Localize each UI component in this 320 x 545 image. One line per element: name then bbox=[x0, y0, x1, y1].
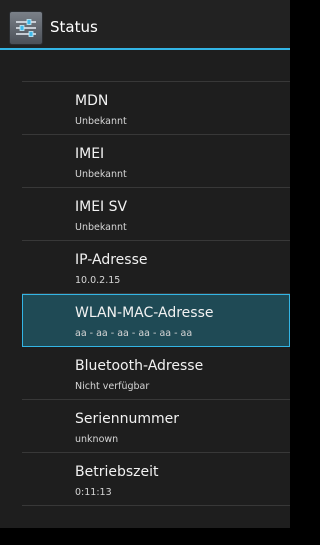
status-item-uptime[interactable]: Betriebszeit 0:11:13 bbox=[22, 453, 290, 506]
item-summary: Unbekannt bbox=[75, 116, 127, 127]
status-item-wlan-mac[interactable]: WLAN-MAC-Adresse aa - aa - aa - aa - aa … bbox=[22, 294, 290, 347]
status-list: MDN Unbekannt IMEI Unbekannt IMEI SV Unb… bbox=[0, 50, 290, 528]
item-title: IMEI bbox=[75, 146, 105, 162]
settings-sliders-icon[interactable] bbox=[9, 11, 43, 45]
item-summary: 10.0.2.15 bbox=[75, 275, 121, 286]
action-bar: Status bbox=[0, 0, 290, 50]
item-summary: 0:11:13 bbox=[75, 487, 112, 498]
item-summary: Unbekannt bbox=[75, 169, 127, 180]
item-title: IP-Adresse bbox=[75, 252, 148, 268]
status-item-ip-address[interactable]: IP-Adresse 10.0.2.15 bbox=[22, 241, 290, 294]
item-title: Seriennummer bbox=[75, 411, 180, 427]
status-item-bluetooth-address[interactable]: Bluetooth-Adresse Nicht verfügbar bbox=[22, 347, 290, 400]
status-item-serial-number[interactable]: Seriennummer unknown bbox=[22, 400, 290, 453]
item-summary: Unbekannt bbox=[75, 222, 127, 233]
item-summary: aa - aa - aa - aa - aa - aa bbox=[75, 328, 193, 339]
status-item-mdn[interactable]: MDN Unbekannt bbox=[22, 82, 290, 135]
page-title: Status bbox=[50, 18, 98, 36]
item-title: MDN bbox=[75, 93, 109, 109]
status-item-imei[interactable]: IMEI Unbekannt bbox=[22, 135, 290, 188]
item-title: Betriebszeit bbox=[75, 464, 159, 480]
item-title: WLAN-MAC-Adresse bbox=[75, 305, 214, 321]
status-item-imei-sv[interactable]: IMEI SV Unbekannt bbox=[22, 188, 290, 241]
item-summary: Nicht verfügbar bbox=[75, 381, 150, 392]
bottom-bar bbox=[0, 528, 290, 545]
item-title: Bluetooth-Adresse bbox=[75, 358, 204, 374]
item-summary: unknown bbox=[75, 434, 119, 445]
item-title: IMEI SV bbox=[75, 199, 128, 215]
